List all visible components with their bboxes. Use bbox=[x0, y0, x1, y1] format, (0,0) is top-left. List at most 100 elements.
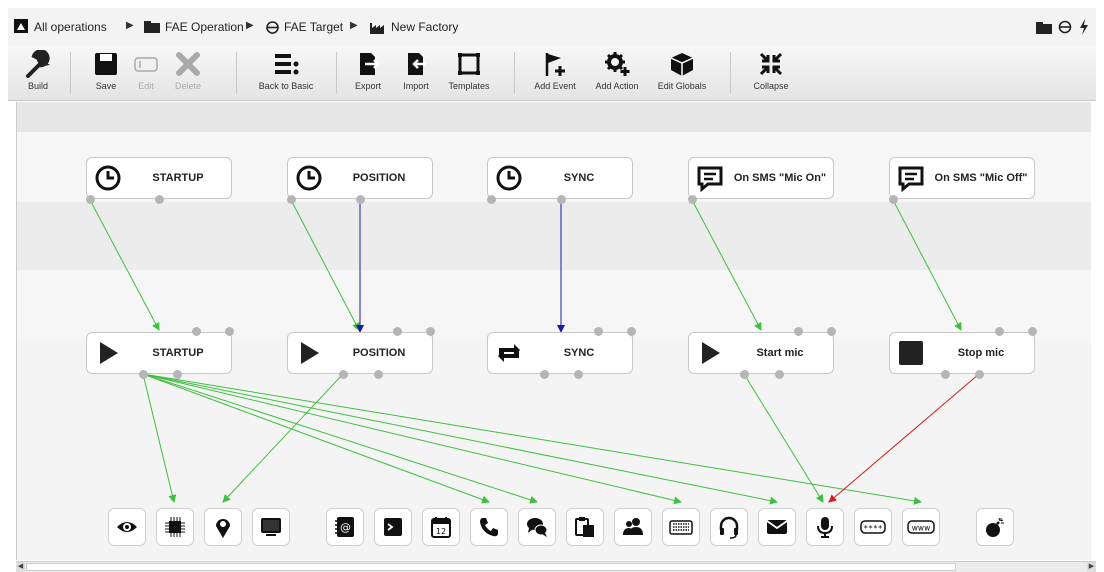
crumb-all-operations[interactable]: All operations bbox=[34, 20, 107, 34]
output-port[interactable] bbox=[775, 370, 784, 379]
capability-keyboard[interactable] bbox=[662, 508, 700, 546]
output-port[interactable] bbox=[540, 370, 549, 379]
event-node-sms-mic-on[interactable]: On SMS "Mic On" bbox=[688, 157, 834, 199]
contacts-icon bbox=[623, 518, 643, 535]
mail-icon bbox=[766, 520, 788, 534]
map-pin-icon bbox=[216, 519, 230, 538]
address-book-icon: @ bbox=[335, 517, 354, 537]
input-port[interactable] bbox=[794, 327, 803, 336]
capability-screen[interactable] bbox=[252, 508, 290, 546]
output-port[interactable] bbox=[173, 370, 182, 379]
capability-chat[interactable] bbox=[518, 508, 556, 546]
capability-calendar[interactable]: 12 bbox=[422, 508, 460, 546]
collapse-button[interactable]: Collapse bbox=[746, 50, 796, 98]
save-button[interactable]: Save bbox=[86, 50, 126, 98]
svg-text:www: www bbox=[912, 524, 930, 533]
factory-icon bbox=[370, 22, 384, 34]
build-button[interactable]: Build bbox=[18, 50, 58, 98]
capability-password[interactable]: **** bbox=[854, 508, 892, 546]
export-button[interactable]: Export bbox=[348, 50, 388, 98]
action-node-position[interactable]: POSITION bbox=[287, 332, 433, 374]
capability-chip[interactable] bbox=[156, 508, 194, 546]
input-port[interactable] bbox=[393, 327, 402, 336]
capability-location[interactable] bbox=[204, 508, 242, 546]
action-node-start-mic[interactable]: Start mic bbox=[688, 332, 834, 374]
input-port[interactable] bbox=[225, 327, 234, 336]
capability-contacts[interactable] bbox=[614, 508, 652, 546]
event-node-startup[interactable]: STARTUP bbox=[86, 157, 232, 199]
svg-text:****: **** bbox=[863, 524, 882, 533]
output-port[interactable] bbox=[574, 370, 583, 379]
add-event-button[interactable]: Add Event bbox=[530, 50, 580, 98]
capability-headset[interactable] bbox=[710, 508, 748, 546]
crumb-new-factory[interactable]: New Factory bbox=[370, 20, 458, 34]
edit-button[interactable]: Edit bbox=[126, 50, 166, 98]
event-node-position[interactable]: POSITION bbox=[287, 157, 433, 199]
crumb-fae-target[interactable]: FAE Target bbox=[266, 20, 343, 34]
collapse-arrows-icon bbox=[759, 52, 783, 76]
terminal-icon bbox=[384, 518, 402, 536]
output-port[interactable] bbox=[356, 195, 365, 204]
input-port[interactable] bbox=[192, 327, 201, 336]
output-port[interactable] bbox=[975, 370, 984, 379]
link-start-mic bbox=[743, 373, 824, 503]
folder-icon[interactable] bbox=[1036, 21, 1052, 39]
scroll-left-arrow-icon[interactable]: ◀ bbox=[16, 562, 25, 572]
action-node-stop-mic[interactable]: Stop mic bbox=[889, 332, 1035, 374]
chat-icon bbox=[527, 518, 548, 537]
capability-web[interactable]: www bbox=[902, 508, 940, 546]
clipboard-icon bbox=[575, 517, 594, 537]
output-port[interactable] bbox=[889, 195, 898, 204]
add-action-button[interactable]: Add Action bbox=[590, 50, 644, 98]
templates-button[interactable]: Templates bbox=[444, 50, 494, 98]
import-button[interactable]: Import bbox=[396, 50, 436, 98]
action-node-sync[interactable]: SYNC bbox=[487, 332, 633, 374]
edit-globals-button[interactable]: Edit Globals bbox=[654, 50, 710, 98]
capability-mail[interactable] bbox=[758, 508, 796, 546]
capability-clipboard[interactable] bbox=[566, 508, 604, 546]
output-port[interactable] bbox=[557, 195, 566, 204]
capability-address-book[interactable]: @ bbox=[326, 508, 364, 546]
capability-eye[interactable] bbox=[108, 508, 146, 546]
capability-phone[interactable] bbox=[470, 508, 508, 546]
input-port[interactable] bbox=[627, 327, 636, 336]
breadcrumb: All operations ▶ FAE Operation ▶ FAE Tar… bbox=[8, 8, 1096, 47]
output-port[interactable] bbox=[374, 370, 383, 379]
play-icon bbox=[702, 342, 720, 364]
capability-microphone[interactable] bbox=[806, 508, 844, 546]
input-port[interactable] bbox=[594, 327, 603, 336]
crumb-fae-operation[interactable]: FAE Operation bbox=[144, 20, 244, 34]
input-port[interactable] bbox=[1028, 327, 1037, 336]
output-port[interactable] bbox=[487, 195, 496, 204]
output-port[interactable] bbox=[740, 370, 749, 379]
output-port[interactable] bbox=[139, 370, 148, 379]
crumb-separator-icon: ▶ bbox=[350, 20, 358, 31]
action-node-startup[interactable]: STARTUP bbox=[86, 332, 232, 374]
flow-canvas[interactable]: STARTUP POSITION SYNC On SMS "Mic On" On… bbox=[16, 102, 1091, 560]
lightning-icon[interactable] bbox=[1079, 19, 1089, 40]
output-port[interactable] bbox=[688, 195, 697, 204]
link-startup-www bbox=[142, 373, 922, 505]
target-icon[interactable] bbox=[1058, 20, 1072, 39]
output-port[interactable] bbox=[155, 195, 164, 204]
output-port[interactable] bbox=[339, 370, 348, 379]
toolbar-divider bbox=[236, 52, 237, 94]
output-port[interactable] bbox=[941, 370, 950, 379]
input-port[interactable] bbox=[827, 327, 836, 336]
back-to-basic-button[interactable]: Back to Basic bbox=[252, 50, 320, 98]
capability-terminal[interactable] bbox=[374, 508, 412, 546]
event-node-sms-mic-off[interactable]: On SMS "Mic Off" bbox=[889, 157, 1035, 199]
event-node-sync[interactable]: SYNC bbox=[487, 157, 633, 199]
scrollbar-thumb[interactable] bbox=[26, 563, 956, 571]
output-port[interactable] bbox=[287, 195, 296, 204]
output-port[interactable] bbox=[86, 195, 95, 204]
input-port[interactable] bbox=[426, 327, 435, 336]
link-startup-mail bbox=[142, 373, 778, 505]
scroll-right-arrow-icon[interactable]: ▶ bbox=[1087, 562, 1096, 572]
flag-plus-icon bbox=[545, 53, 565, 76]
delete-button[interactable]: Delete bbox=[166, 50, 210, 98]
input-port[interactable] bbox=[995, 327, 1004, 336]
home-icon[interactable] bbox=[14, 19, 28, 38]
capability-self-destruct[interactable] bbox=[976, 508, 1014, 546]
horizontal-scrollbar[interactable]: ◀ ▶ bbox=[16, 561, 1096, 572]
